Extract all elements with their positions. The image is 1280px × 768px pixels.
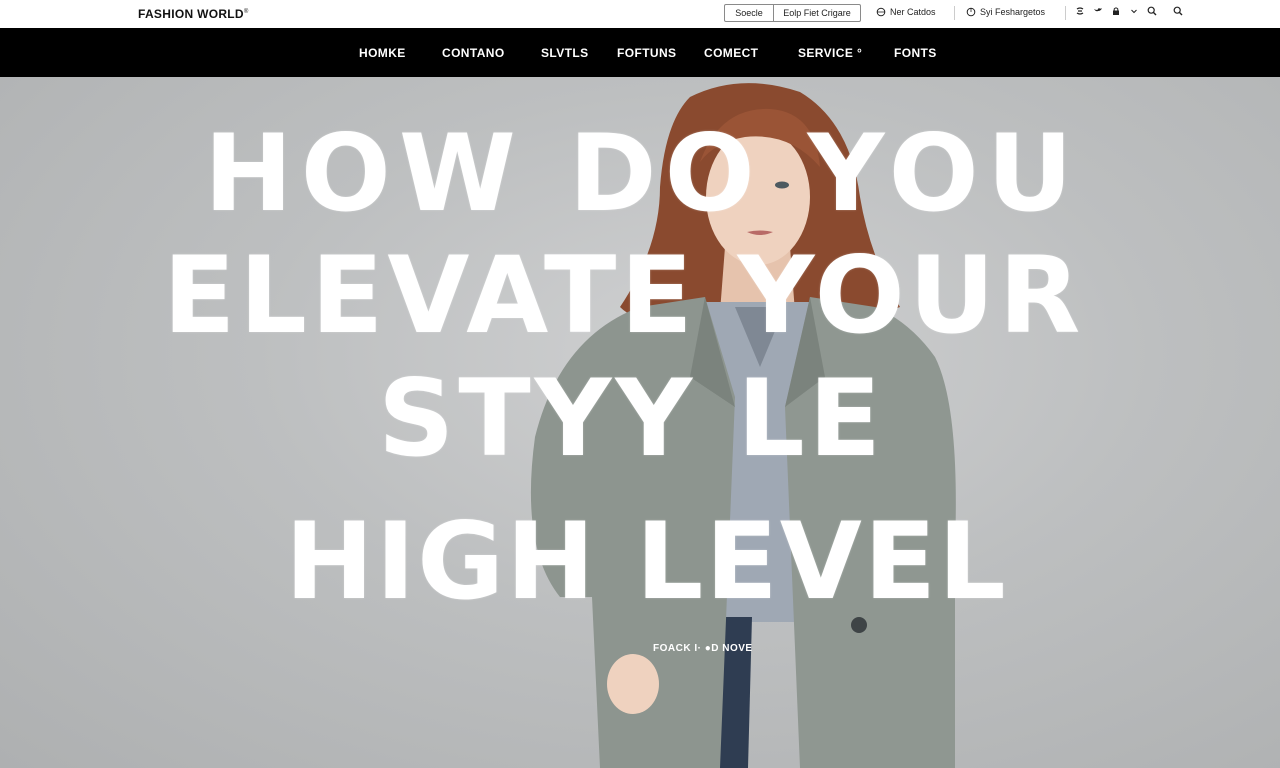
lock-icon[interactable] — [1111, 6, 1121, 16]
social-icons — [1075, 6, 1183, 16]
utility-link-2[interactable]: Syi Feshargetos — [966, 7, 1045, 17]
headline-line-1: HOW DO YOU — [204, 112, 1081, 235]
divider — [1065, 6, 1066, 20]
hero-banner: HOW DO YOU ELEVATE YOUR STYY LE HIGH LEV… — [0, 77, 1280, 768]
logo-mark: ® — [243, 9, 249, 15]
headline-line-3: STYY LE — [378, 357, 886, 480]
search-icon[interactable] — [1147, 6, 1157, 16]
chevron-down-icon[interactable] — [1129, 6, 1139, 16]
utility-link-1[interactable]: Ner Catdos — [876, 7, 936, 17]
search-segment-scope[interactable]: Soecle — [725, 5, 774, 21]
site-logo[interactable]: FASHION WORLD® — [138, 7, 249, 21]
globe-icon — [966, 7, 976, 17]
twitter-icon[interactable] — [1093, 6, 1103, 16]
hero-headline: HOW DO YOU ELEVATE YOUR STYY LE HIGH LEV… — [0, 77, 1280, 768]
headline-line-4: HIGH LEVEL — [285, 500, 1008, 623]
search-icon[interactable] — [1173, 6, 1183, 16]
nav-item-home[interactable]: HOMKE — [359, 46, 406, 60]
divider — [954, 6, 955, 20]
search-segment-input[interactable]: Eolp Fiet Crigare — [774, 5, 860, 21]
main-nav: HOMKE CONTANO SLVTLS FOFTUNS COMECT SERV… — [0, 28, 1280, 77]
utility-link-1-label: Ner Catdos — [890, 7, 936, 17]
nav-item-foftuns[interactable]: FOFTUNS — [617, 46, 676, 60]
hero-cta-link[interactable]: FOACK I· ●D NOVE — [653, 643, 753, 654]
share-icon[interactable] — [1075, 6, 1085, 16]
logo-text: FASHION WORLD — [138, 7, 244, 21]
headline-line-2: ELEVATE YOUR — [163, 234, 1085, 357]
nav-item-fonts[interactable]: FONTS — [894, 46, 937, 60]
nav-item-comect[interactable]: COMECT — [704, 46, 758, 60]
nav-item-contano[interactable]: CONTANO — [442, 46, 505, 60]
search-box[interactable]: Soecle Eolp Fiet Crigare — [724, 4, 861, 22]
nav-item-slvtls[interactable]: SLVTLS — [541, 46, 589, 60]
utility-link-2-label: Syi Feshargetos — [980, 7, 1046, 17]
globe-icon — [876, 7, 886, 17]
top-utility-bar: FASHION WORLD® Soecle Eolp Fiet Crigare … — [0, 0, 1280, 29]
nav-item-service[interactable]: SERVICE ° — [798, 46, 862, 60]
